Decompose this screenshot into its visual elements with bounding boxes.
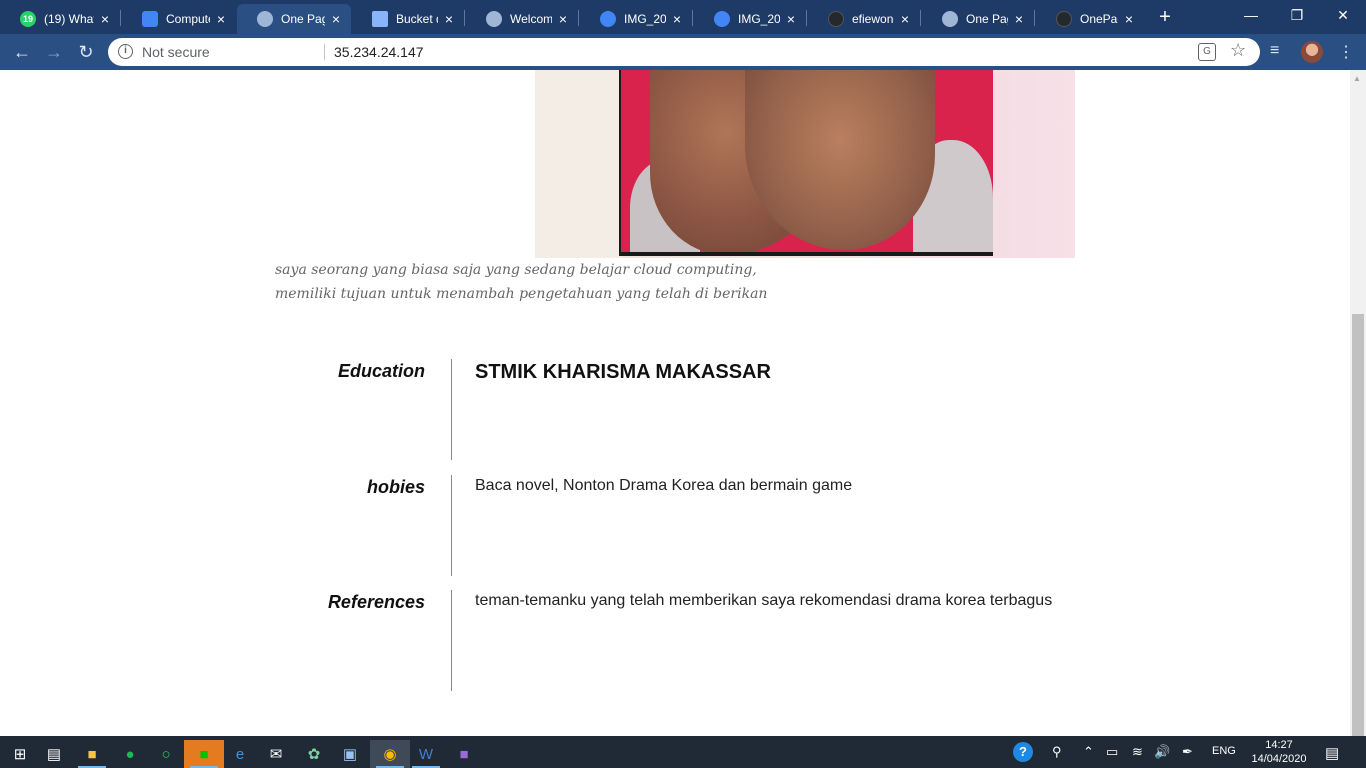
storage-bucket-icon — [372, 11, 388, 27]
tab-compute-engine[interactable]: Compute Engine × — [122, 4, 236, 34]
virtualbox-icon[interactable]: ▣ — [330, 740, 370, 768]
close-tab-icon[interactable]: × — [556, 11, 570, 27]
whatsapp-icon: 19 — [20, 11, 36, 27]
tab-title: IMG_2020 — [738, 12, 780, 26]
tab-welcome[interactable]: Welcome × — [466, 4, 578, 34]
reload-icon[interactable]: ↻ — [74, 40, 98, 64]
globe-icon — [942, 11, 958, 27]
scrollbar-thumb[interactable] — [1352, 314, 1364, 736]
close-tab-icon[interactable]: × — [898, 11, 912, 27]
tab-title: Welcome — [510, 12, 552, 26]
section-value: teman-temanku yang telah memberikan saya… — [475, 592, 1053, 609]
spotify-icon[interactable]: ● — [110, 740, 150, 768]
omnibox-divider — [324, 44, 325, 60]
clock-date: 14/04/2020 — [1251, 753, 1307, 765]
close-tab-icon[interactable]: × — [670, 11, 684, 27]
scroll-up-icon[interactable]: ▲ — [1353, 74, 1361, 83]
info-icon[interactable]: i — [118, 44, 133, 59]
globe-icon — [257, 11, 273, 27]
tab-title: One Page — [966, 12, 1008, 26]
task-view-icon[interactable]: ▤ — [34, 740, 74, 768]
tab-strip: 19 (19) WhatsApp × Compute Engine × One … — [0, 0, 1366, 34]
compute-engine-icon — [142, 11, 158, 27]
tab-img-2020-b[interactable]: IMG_2020 × — [694, 4, 806, 34]
translate-icon[interactable]: G — [1198, 43, 1216, 61]
bookmark-star-icon[interactable]: ☆ — [1230, 40, 1246, 61]
close-tab-icon[interactable]: × — [98, 11, 112, 27]
browser-toolbar: ← → ↻ i Not secure 35.234.24.147 G ☆ ≡ ⋮ — [0, 34, 1366, 70]
notification-icon[interactable]: ▤ — [1325, 744, 1339, 762]
tab-one-page-active[interactable]: One Page × — [237, 4, 351, 34]
tab-title: efiewond — [852, 12, 894, 26]
tab-title: One Page — [281, 12, 325, 26]
people-icon[interactable]: ⚲ — [1052, 744, 1062, 760]
github-icon — [1056, 11, 1072, 27]
close-tab-icon[interactable]: × — [1012, 11, 1026, 27]
clock-time: 14:27 — [1265, 739, 1293, 751]
section-value: Baca novel, Nonton Drama Korea dan berma… — [475, 477, 853, 494]
help-icon[interactable]: ? — [1013, 742, 1033, 762]
section-label: hobies — [366, 477, 425, 497]
new-tab-button[interactable]: + — [1155, 6, 1175, 28]
security-status[interactable]: Not secure — [142, 44, 210, 60]
bio-text: saya seorang yang biasa saja yang sedang… — [275, 262, 768, 302]
restore-icon[interactable]: ❐ — [1274, 0, 1320, 30]
page-scrollbar[interactable]: ▲ — [1350, 70, 1366, 736]
close-tab-icon[interactable]: × — [784, 11, 798, 27]
whatsapp-icon[interactable]: ○ — [146, 740, 186, 768]
cloud-storage-icon — [714, 11, 730, 27]
menu-dots-icon[interactable]: ⋮ — [1338, 42, 1354, 62]
tab-title: IMG_2020 — [624, 12, 666, 26]
tab-title: Bucket details — [396, 12, 438, 26]
xbox-icon[interactable]: ✿ — [294, 740, 334, 768]
profile-photo — [535, 70, 1075, 258]
globe-icon — [486, 11, 502, 27]
tab-one-page[interactable]: One Page × — [922, 4, 1034, 34]
line-icon[interactable]: ■ — [184, 740, 224, 768]
pen-icon[interactable]: ✒ — [1182, 744, 1193, 760]
close-tab-icon[interactable]: × — [442, 11, 456, 27]
tab-onepage-github[interactable]: OnePage × — [1036, 4, 1144, 34]
close-tab-icon[interactable]: × — [1122, 11, 1136, 27]
address-bar[interactable]: i Not secure 35.234.24.147 G ☆ — [108, 38, 1260, 66]
media-control-icon[interactable]: ≡ — [1270, 42, 1279, 60]
tab-title: Compute Engine — [166, 12, 210, 26]
minimize-icon[interactable]: — — [1228, 0, 1274, 30]
page-content: saya seorang yang biasa saja yang sedang… — [0, 70, 1350, 736]
tab-bucket-details[interactable]: Bucket details × — [352, 4, 464, 34]
section-value: STMIK KHARISMA MAKASSAR — [475, 361, 771, 383]
battery-icon[interactable]: ▭ — [1106, 744, 1118, 760]
tab-title: (19) WhatsApp — [44, 12, 94, 26]
mail-icon[interactable]: ✉ — [256, 740, 296, 768]
word-icon[interactable]: W — [406, 740, 446, 768]
back-arrow-icon[interactable]: ← — [10, 40, 34, 64]
tab-img-2020-a[interactable]: IMG_2020 × — [580, 4, 692, 34]
windows-taskbar: ⊞ ▤ ■ ● ○ ■ e ✉ ✿ ▣ ◉ W ■ ? ⚲ ⌃ ▭ ≋ 🔊 ✒ … — [0, 736, 1366, 768]
language-indicator[interactable]: ENG — [1212, 745, 1236, 757]
file-explorer-icon[interactable]: ■ — [72, 740, 112, 768]
app-icon[interactable]: ■ — [444, 740, 484, 768]
profile-avatar[interactable] — [1301, 41, 1323, 63]
forward-arrow-icon[interactable]: → — [42, 40, 66, 64]
url-text[interactable]: 35.234.24.147 — [334, 44, 424, 60]
section-divider — [451, 475, 452, 576]
chrome-icon[interactable]: ◉ — [370, 740, 410, 768]
system-clock[interactable]: 14:27 14/04/2020 — [1248, 738, 1310, 766]
section-label: Education — [337, 361, 425, 381]
cloud-storage-icon — [600, 11, 616, 27]
github-icon — [828, 11, 844, 27]
edge-icon[interactable]: e — [220, 740, 260, 768]
chevron-up-icon[interactable]: ⌃ — [1083, 744, 1094, 760]
section-label: References — [327, 592, 425, 612]
section-divider — [451, 359, 452, 460]
tab-efiewond[interactable]: efiewond × — [808, 4, 920, 34]
wifi-icon[interactable]: ≋ — [1132, 744, 1143, 760]
close-tab-icon[interactable]: × — [329, 11, 343, 27]
close-window-icon[interactable]: ✕ — [1320, 0, 1366, 30]
tab-title: OnePage — [1080, 12, 1118, 26]
volume-icon[interactable]: 🔊 — [1154, 744, 1170, 760]
section-divider — [451, 590, 452, 691]
close-tab-icon[interactable]: × — [214, 11, 228, 27]
tab-whatsapp[interactable]: 19 (19) WhatsApp × — [0, 4, 120, 34]
